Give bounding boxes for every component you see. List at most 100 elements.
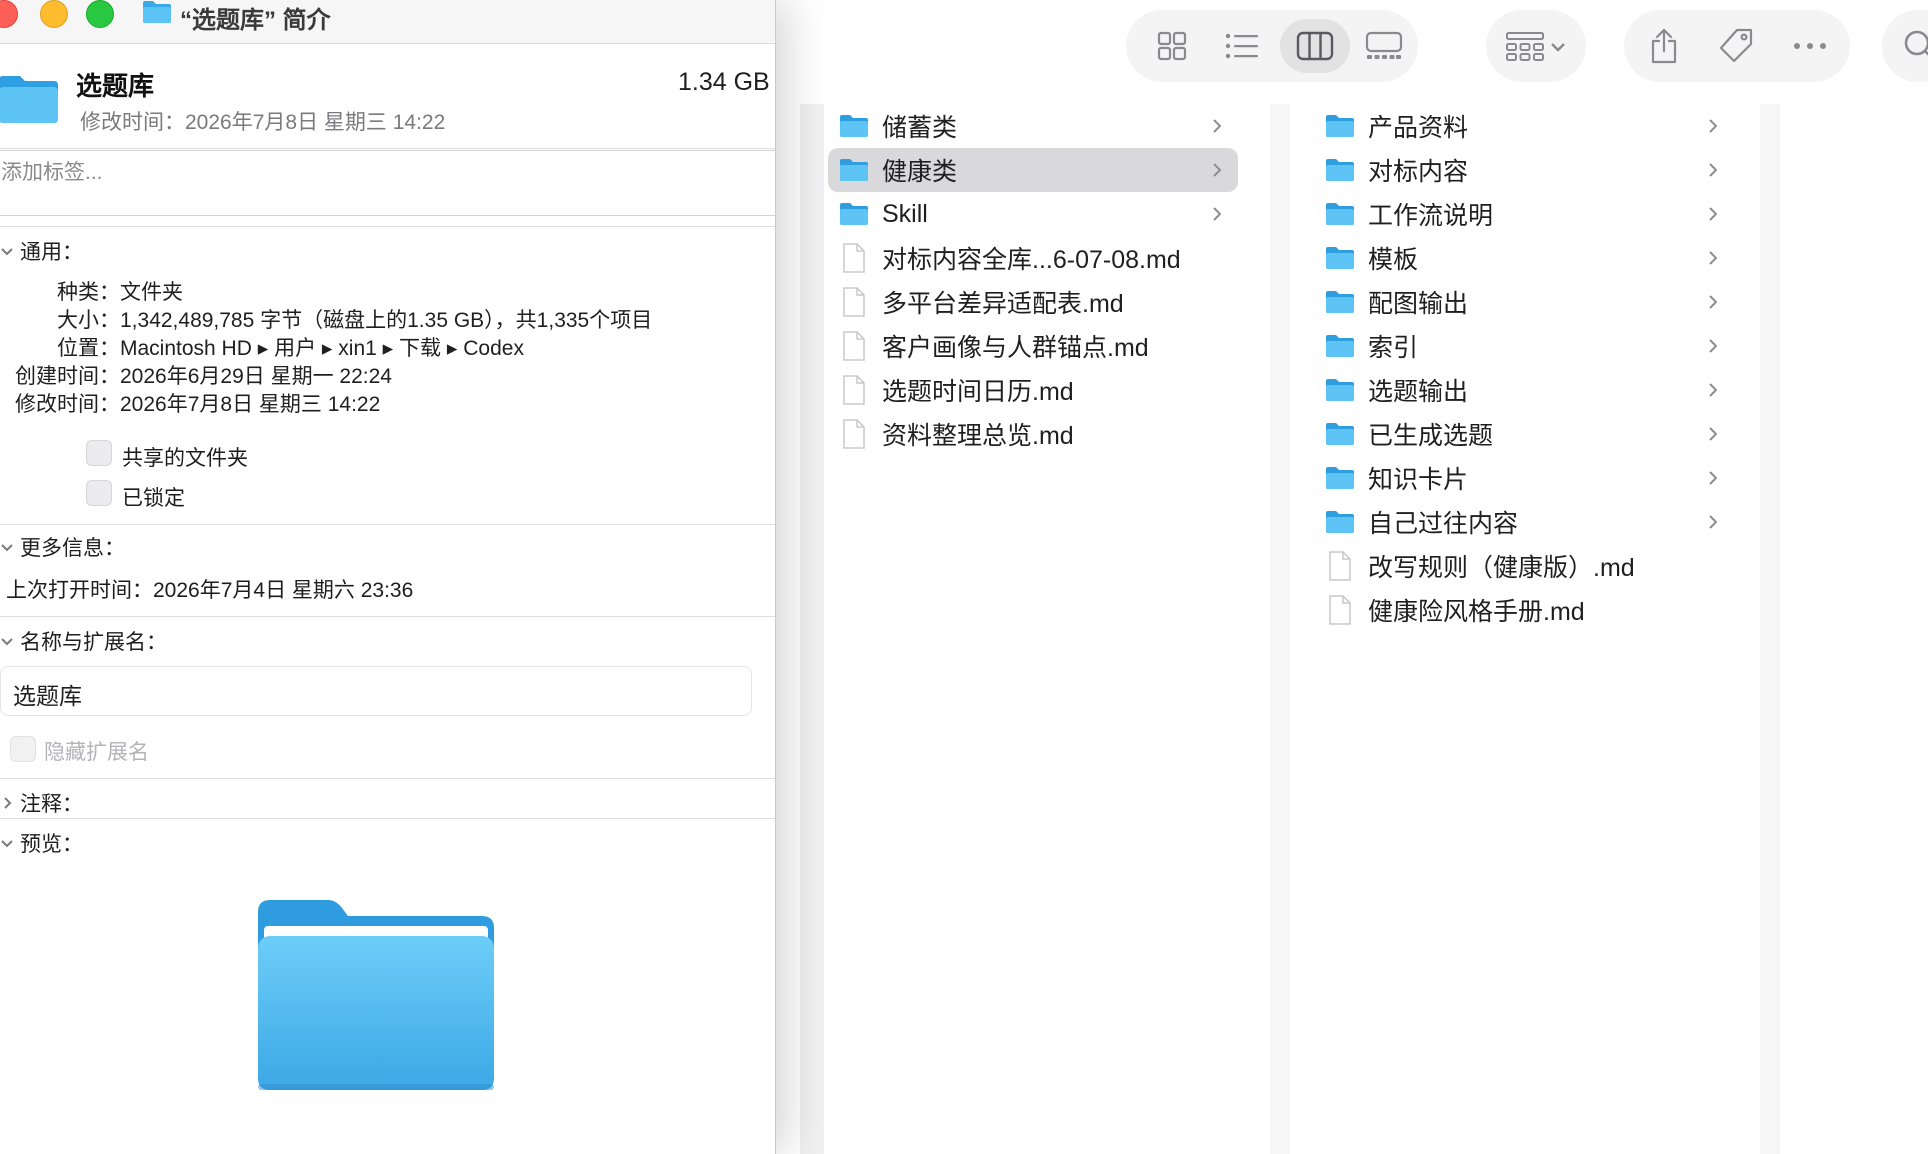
folder-icon xyxy=(1324,112,1356,140)
document-icon xyxy=(838,419,870,449)
name-field-value: 选题库 xyxy=(13,683,82,709)
folder-row[interactable]: 自己过往内容 xyxy=(1318,500,1738,544)
chevron-right-icon xyxy=(1706,204,1720,224)
locked-label: 已锁定 xyxy=(122,487,185,510)
icon-view-icon[interactable] xyxy=(1144,10,1200,82)
folder-icon xyxy=(838,112,870,140)
kind-value: 文件夹 xyxy=(120,281,183,304)
folder-row[interactable]: 索引 xyxy=(1318,324,1738,368)
folder-row[interactable]: 储蓄类 xyxy=(828,104,1238,148)
folder-icon xyxy=(1324,244,1356,272)
view-switcher xyxy=(1126,10,1418,82)
folder-row[interactable]: 配图输出 xyxy=(1318,280,1738,324)
file-row[interactable]: 选题时间日历.md xyxy=(828,368,1238,412)
comments-section-header[interactable]: 注释： xyxy=(0,788,83,818)
shared-folder-checkbox[interactable] xyxy=(86,440,112,466)
row-label: 选题输出 xyxy=(1368,378,1469,406)
column-view-icon[interactable] xyxy=(1280,19,1350,73)
row-label: 改写规则（健康版）.md xyxy=(1368,554,1635,582)
general-section-header[interactable]: 通用： xyxy=(0,236,83,266)
locked-checkbox[interactable] xyxy=(86,480,112,506)
finder-column-1: 储蓄类健康类 Skill 对标内容全库...6-07-08.md 多平台差异适配表.m… xyxy=(828,104,1238,1084)
file-row[interactable]: 客户画像与人群锚点.md xyxy=(828,324,1238,368)
column-divider xyxy=(1270,104,1290,1154)
row-label: 健康险风格手册.md xyxy=(1368,598,1585,626)
file-row[interactable]: 对标内容全库...6-07-08.md xyxy=(828,236,1238,280)
folder-row[interactable]: 知识卡片 xyxy=(1318,456,1738,500)
row-label: 配图输出 xyxy=(1368,290,1469,318)
hide-extension-checkbox[interactable] xyxy=(10,736,36,762)
file-row[interactable]: 改写规则（健康版）.md xyxy=(1318,544,1738,588)
preview-section-header[interactable]: 预览： xyxy=(0,828,83,858)
file-row[interactable]: 健康险风格手册.md xyxy=(1318,588,1738,632)
chevron-right-icon xyxy=(1706,160,1720,180)
row-label: 已生成选题 xyxy=(1368,422,1494,450)
item-size: 1.34 GB xyxy=(678,68,770,96)
folder-row[interactable]: 模板 xyxy=(1318,236,1738,280)
modified-row: 修改时间：2026年7月8日 星期三 14:22 xyxy=(15,393,381,416)
folder-icon xyxy=(1324,464,1356,492)
more-info-header-label: 更多信息： xyxy=(20,537,125,560)
window-title: “选题库” 简介 xyxy=(180,7,331,34)
tag-icon[interactable] xyxy=(1706,10,1766,82)
more-icon[interactable] xyxy=(1780,10,1840,82)
folder-row[interactable]: Skill xyxy=(828,192,1238,236)
name-field[interactable]: 选题库 xyxy=(0,666,752,716)
file-row[interactable]: 多平台差异适配表.md xyxy=(828,280,1238,324)
document-icon xyxy=(838,375,870,405)
action-group xyxy=(1624,10,1850,82)
folder-row[interactable]: 工作流说明 xyxy=(1318,192,1738,236)
group-by-button[interactable] xyxy=(1486,10,1586,82)
disclosure-chevron-icon xyxy=(1,248,13,256)
size-value: 1,342,489,785 字节（磁盘上的1.35 GB），共1,335个项目 xyxy=(120,309,653,332)
get-info-window: “选题库” 简介 选题库 1.34 GB 修改时间：2026年7月8日 星期三 … xyxy=(0,0,776,1154)
folder-row[interactable]: 健康类 xyxy=(828,148,1238,192)
column-divider xyxy=(800,104,824,1154)
name-extension-header-label: 名称与扩展名： xyxy=(20,631,167,654)
minimize-button[interactable] xyxy=(40,0,68,28)
chevron-right-icon xyxy=(1706,336,1720,356)
folder-icon xyxy=(1324,332,1356,360)
chevron-right-icon xyxy=(1210,116,1224,136)
row-label: 工作流说明 xyxy=(1368,202,1494,230)
folder-icon xyxy=(838,156,870,184)
general-header-label: 通用： xyxy=(20,241,83,264)
item-name: 选题库 xyxy=(76,71,155,101)
created-row: 创建时间：2026年6月29日 星期一 22:24 xyxy=(15,365,392,388)
folder-icon xyxy=(1324,156,1356,184)
preview-header-label: 预览： xyxy=(20,833,83,856)
share-icon[interactable] xyxy=(1634,10,1694,82)
folder-row[interactable]: 产品资料 xyxy=(1318,104,1738,148)
row-label: 对标内容 xyxy=(1368,158,1469,186)
tags-placeholder: 添加标签... xyxy=(1,161,103,184)
file-row[interactable]: 资料整理总览.md xyxy=(828,412,1238,456)
close-button[interactable] xyxy=(0,0,18,28)
folder-row[interactable]: 选题输出 xyxy=(1318,368,1738,412)
chevron-right-icon xyxy=(1706,380,1720,400)
folder-row[interactable]: 对标内容 xyxy=(1318,148,1738,192)
list-view-icon[interactable] xyxy=(1214,10,1270,82)
disclosure-chevron-icon xyxy=(1,840,13,848)
document-icon xyxy=(838,331,870,361)
disclosure-chevron-right-icon xyxy=(4,797,12,809)
search-button[interactable] xyxy=(1882,10,1928,82)
chevron-right-icon xyxy=(1706,512,1720,532)
name-extension-section-header[interactable]: 名称与扩展名： xyxy=(0,626,167,656)
chevron-right-icon xyxy=(1706,468,1720,488)
disclosure-chevron-icon xyxy=(1,638,13,646)
folder-icon xyxy=(1324,420,1356,448)
row-label: 储蓄类 xyxy=(882,114,958,142)
zoom-button[interactable] xyxy=(86,0,114,28)
last-opened: 上次打开时间：2026年7月4日 星期六 23:36 xyxy=(6,579,414,602)
chevron-right-icon xyxy=(1210,204,1224,224)
folder-row[interactable]: 已生成选题 xyxy=(1318,412,1738,456)
more-info-section-header[interactable]: 更多信息： xyxy=(0,532,125,562)
row-label: 资料整理总览.md xyxy=(882,422,1074,450)
gallery-view-icon[interactable] xyxy=(1354,10,1414,82)
tags-field[interactable]: 添加标签... xyxy=(0,150,775,216)
kind-row: 种类：文件夹 xyxy=(57,281,183,304)
document-icon xyxy=(838,287,870,317)
document-icon xyxy=(1324,551,1356,581)
size-row: 大小：1,342,489,785 字节（磁盘上的1.35 GB），共1,335个… xyxy=(57,309,653,332)
column-divider xyxy=(1760,104,1780,1154)
